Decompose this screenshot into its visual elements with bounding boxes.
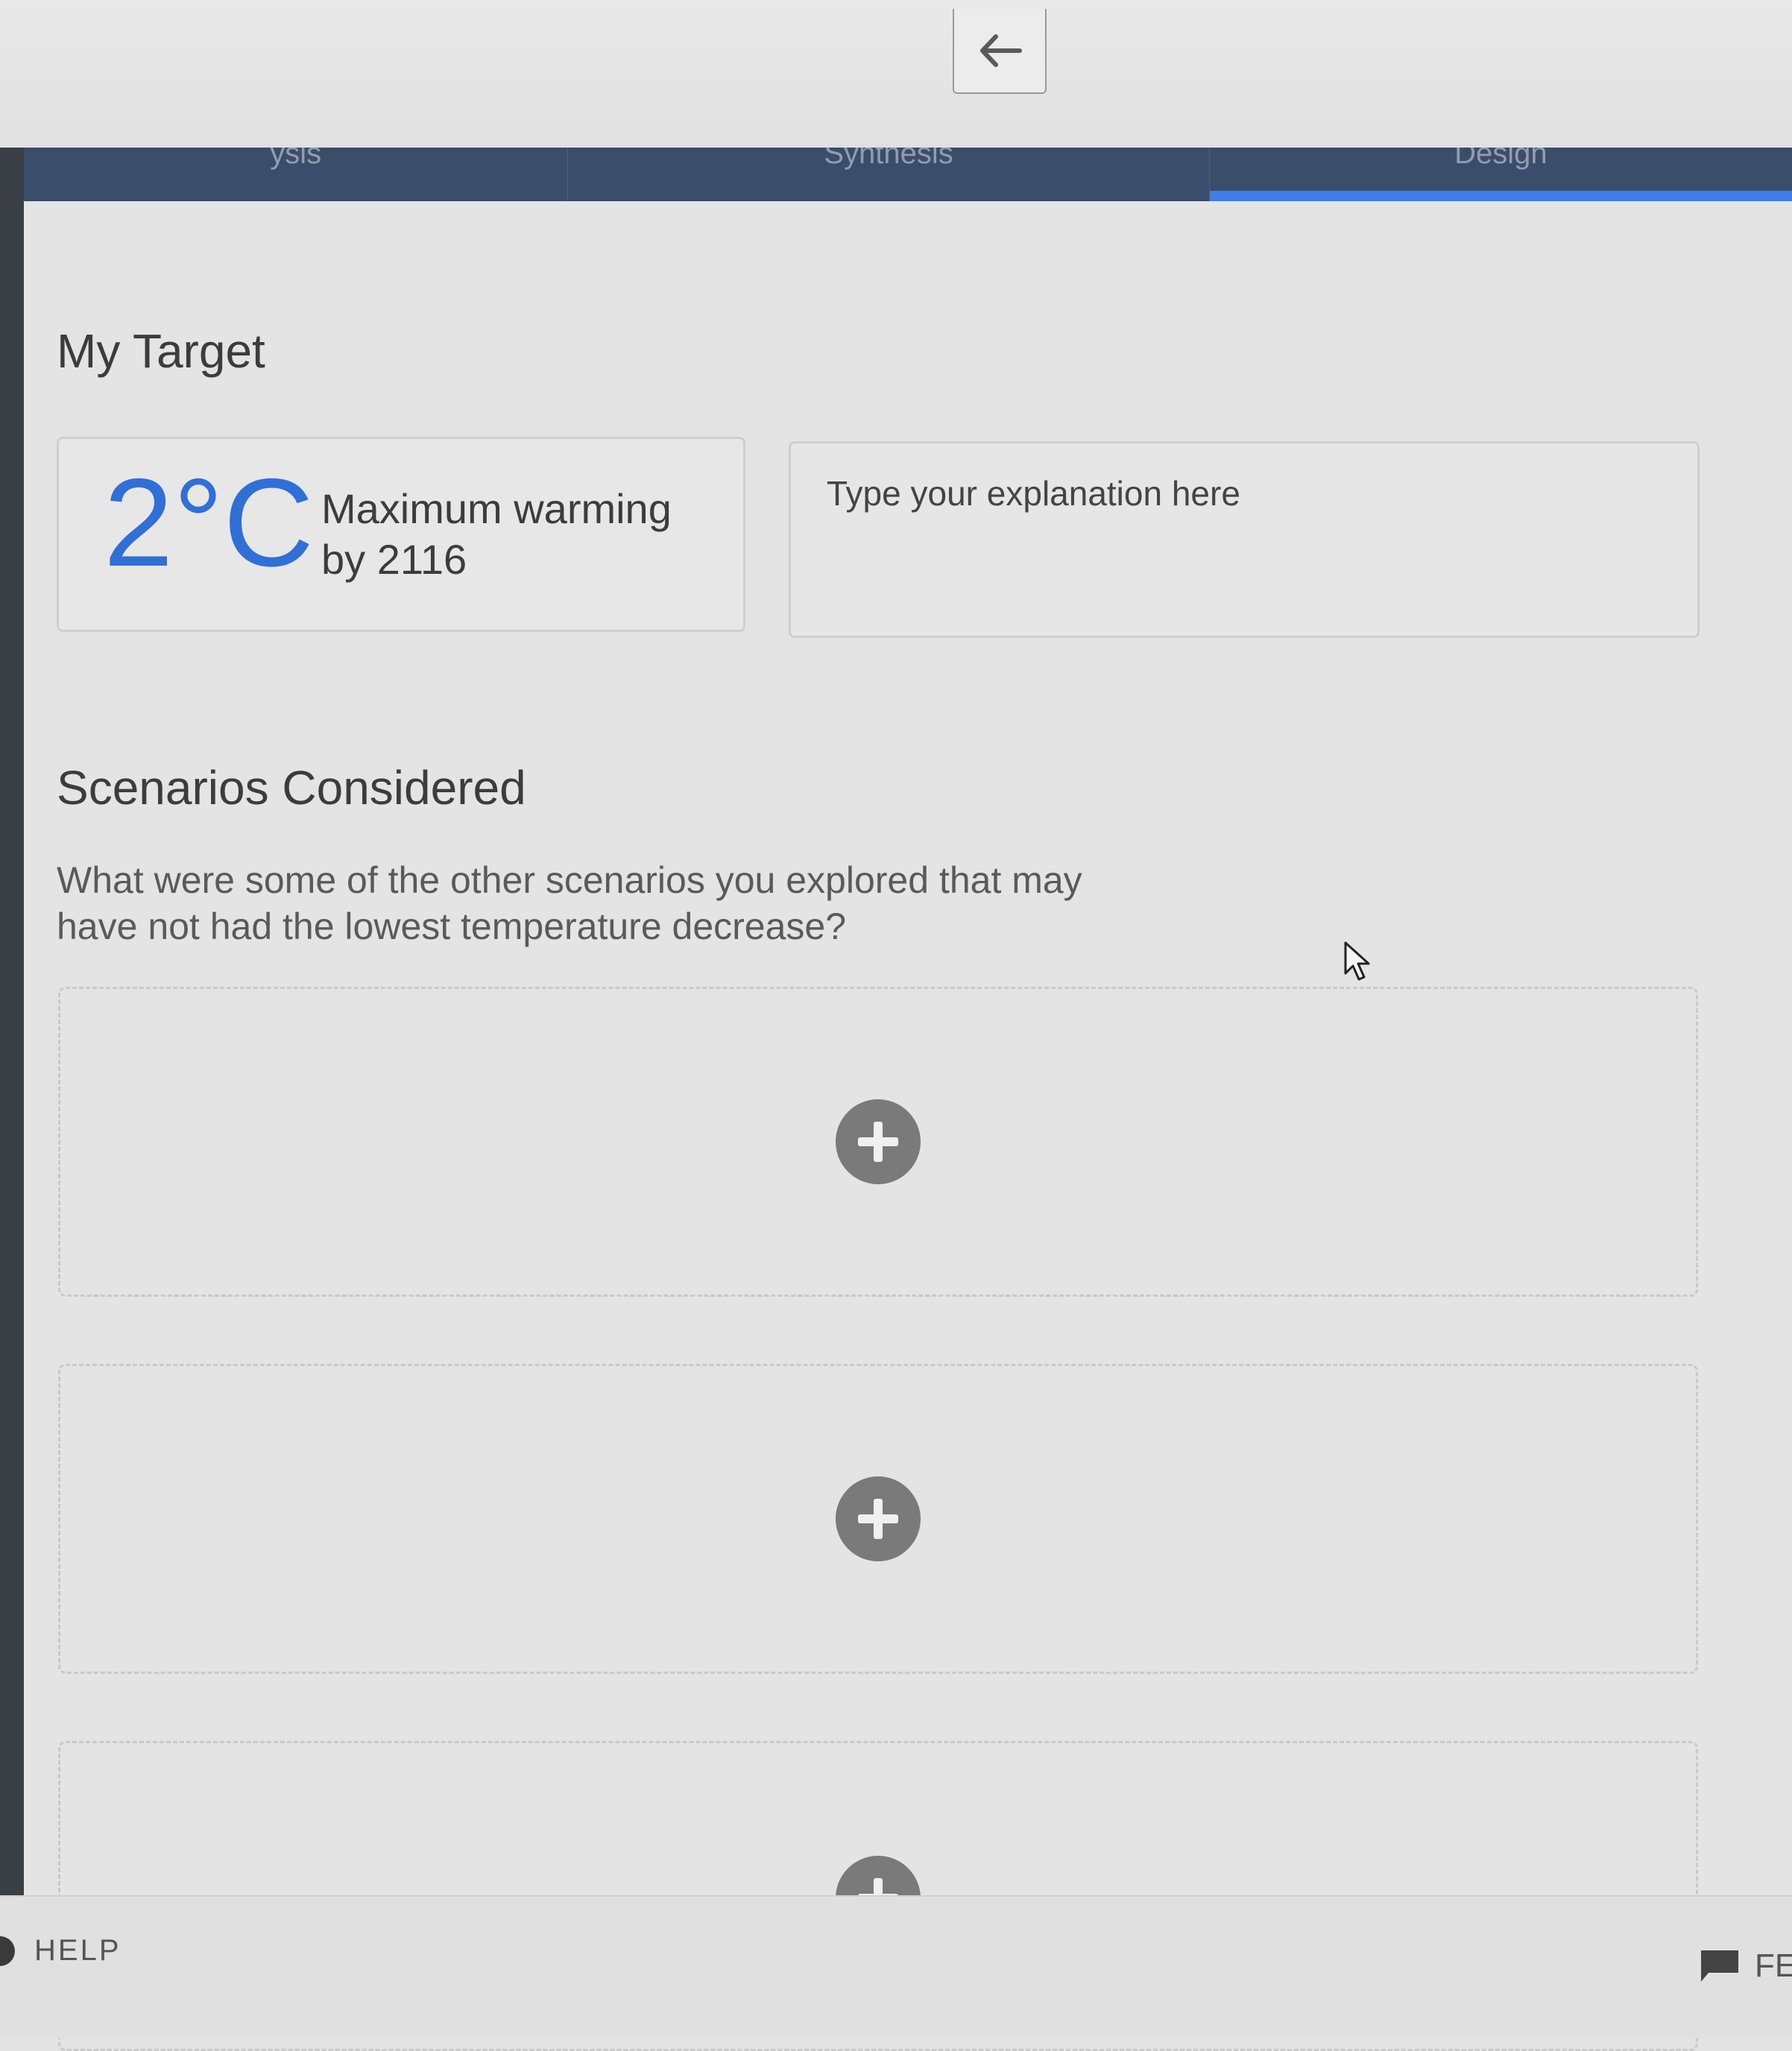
help-label: HELP — [34, 1934, 122, 1967]
step-tabs: ysis Synthesis Design — [24, 137, 1792, 201]
target-description: Maximum warming by 2116 — [321, 485, 672, 583]
arrow-left-icon — [980, 34, 1022, 67]
scenario-slot[interactable] — [58, 1364, 1698, 1674]
target-card: 2°C Maximum warming by 2116 — [57, 437, 745, 632]
feedback-label: FE — [1755, 1947, 1792, 1984]
mouse-cursor-icon — [1344, 941, 1370, 981]
explanation-input[interactable] — [789, 441, 1700, 638]
tab-label: ysis — [270, 137, 322, 170]
tab-label: Synthesis — [824, 137, 953, 170]
top-toolbar — [0, 0, 1792, 149]
main-content: My Target 2°C Maximum warming by 2116 Sc… — [24, 201, 1792, 2051]
target-temperature: 2°C — [104, 452, 314, 592]
scenarios-heading: Scenarios Considered — [57, 761, 526, 815]
left-rail — [0, 148, 24, 1895]
tab-design[interactable]: Design — [1208, 137, 1792, 201]
scenarios-question: What were some of the other scenarios yo… — [57, 859, 1082, 947]
help-icon — [0, 1935, 15, 1966]
tab-analysis[interactable]: ysis — [24, 137, 567, 201]
tab-label: Design — [1454, 137, 1548, 170]
scenario-slot[interactable] — [58, 987, 1698, 1297]
add-scenario-button[interactable] — [836, 1476, 921, 1561]
tab-synthesis[interactable]: Synthesis — [567, 137, 1208, 201]
bottom-bar: HELP FE — [0, 1895, 1792, 2038]
feedback-button[interactable]: FE — [1698, 1947, 1792, 1985]
back-button[interactable] — [953, 9, 1047, 94]
help-button[interactable]: HELP — [0, 1934, 122, 1968]
add-scenario-button[interactable] — [836, 1099, 921, 1184]
my-target-heading: My Target — [57, 324, 265, 378]
speech-bubble-icon — [1701, 1950, 1738, 1982]
